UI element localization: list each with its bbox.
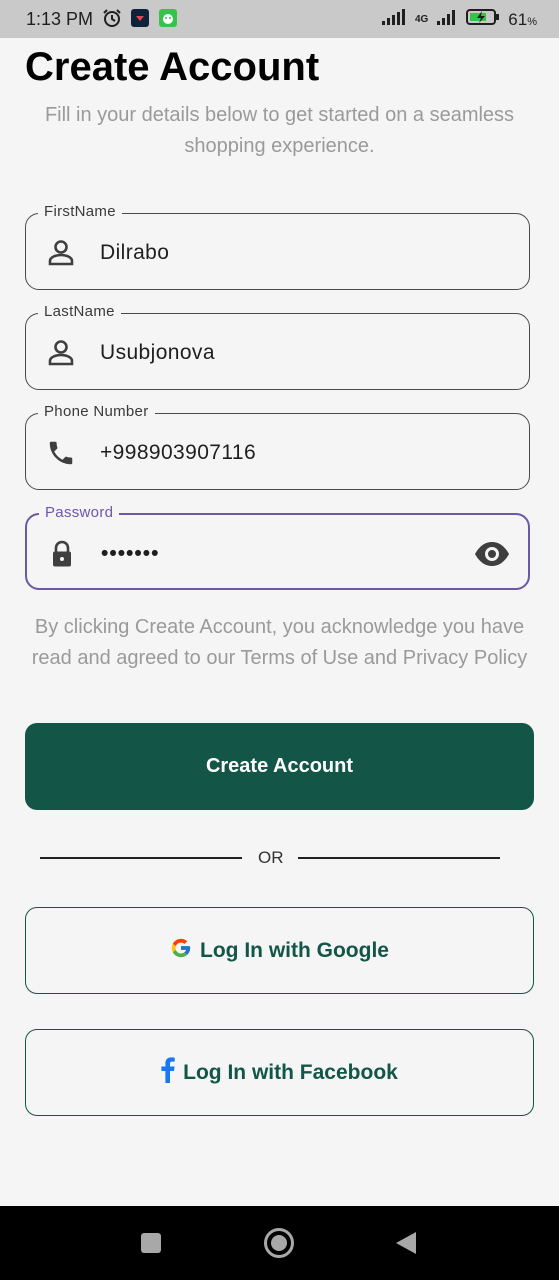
network-type-label: 4G xyxy=(414,14,429,25)
person-icon xyxy=(46,238,76,268)
toggle-password-visibility-eye-icon[interactable] xyxy=(474,537,510,571)
terms-notice: By clicking Create Account, you acknowle… xyxy=(31,616,528,669)
lock-icon xyxy=(47,539,77,569)
password-field[interactable]: Password ••••••• xyxy=(25,504,530,590)
person-icon xyxy=(46,338,76,368)
status-time: 1:13 PM xyxy=(26,9,94,29)
divider-left xyxy=(40,857,242,859)
page-subtitle: Fill in your details below to get starte… xyxy=(44,104,515,157)
first-name-field[interactable]: FirstName Dilrabo xyxy=(25,203,530,290)
last-name-field[interactable]: LastName Usubjonova xyxy=(25,303,530,390)
or-separator: OR xyxy=(258,848,284,867)
password-label: Password xyxy=(39,504,120,521)
create-account-screen: Create Account Fill in your details belo… xyxy=(0,38,559,1206)
status-right-icons: 4G 61% xyxy=(381,8,537,31)
back-button[interactable] xyxy=(394,1230,418,1261)
first-name-input[interactable]: Dilrabo xyxy=(100,241,169,265)
password-input[interactable]: ••••••• xyxy=(101,542,159,566)
home-button[interactable] xyxy=(263,1227,295,1264)
phone-icon xyxy=(46,438,76,468)
system-navigation-bar xyxy=(0,1206,559,1280)
last-name-label: LastName xyxy=(38,303,121,320)
status-left-icons xyxy=(102,8,178,33)
page-title: Create Account xyxy=(25,45,320,89)
battery-icon xyxy=(466,8,500,31)
alarm-icon xyxy=(102,8,122,33)
phone-number-field[interactable]: Phone Number +998903907116 xyxy=(25,403,530,490)
facebook-login-button[interactable]: Log In with Facebook xyxy=(25,1029,534,1116)
google-icon xyxy=(170,937,192,965)
phone-number-label: Phone Number xyxy=(38,403,155,420)
create-account-button[interactable]: Create Account xyxy=(25,723,534,810)
app-notification-icon xyxy=(130,8,150,33)
signal-icon-2 xyxy=(436,8,458,31)
divider-right xyxy=(298,857,500,859)
recents-button[interactable] xyxy=(140,1232,162,1259)
status-bar: 1:13 PM 4G 61% xyxy=(0,0,559,38)
battery-percent: 61% xyxy=(508,9,537,29)
phone-number-input[interactable]: +998903907116 xyxy=(100,441,256,465)
google-login-button[interactable]: Log In with Google xyxy=(25,907,534,994)
last-name-input[interactable]: Usubjonova xyxy=(100,341,215,365)
google-login-label: Log In with Google xyxy=(200,938,389,962)
facebook-login-label: Log In with Facebook xyxy=(183,1060,398,1084)
first-name-label: FirstName xyxy=(38,203,122,220)
facebook-icon xyxy=(161,1056,175,1089)
signal-icon xyxy=(381,8,407,31)
android-notification-icon xyxy=(158,8,178,33)
